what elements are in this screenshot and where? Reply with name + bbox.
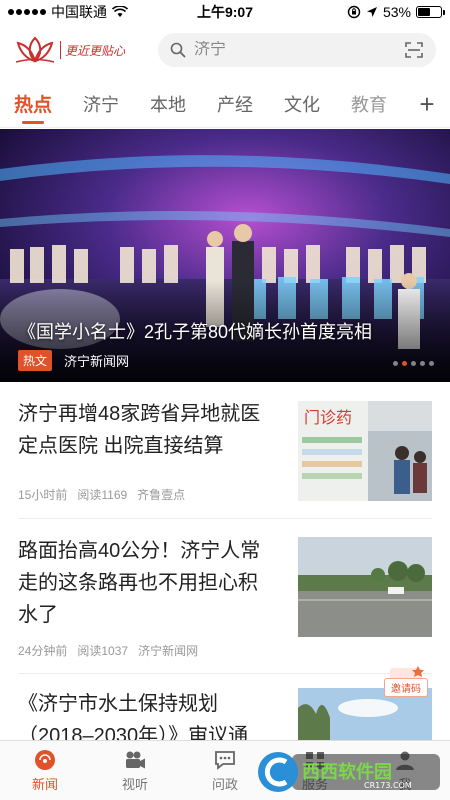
signal-icon xyxy=(8,9,46,15)
news-reads: 阅读1037 xyxy=(77,644,129,658)
news-thumbnail xyxy=(298,537,432,637)
news-item[interactable]: 济宁再增48家跨省异地就医定点医院 出院直接结算 15小时前 阅读1169 齐鲁… xyxy=(18,382,432,519)
road-image xyxy=(298,537,432,637)
hot-tag: 热文 xyxy=(18,350,53,371)
banner-title: 《国学小名士》2孔子第80代嫡长孙首度亮相 xyxy=(18,322,373,342)
battery-fill xyxy=(418,8,430,16)
news-title: 济宁再增48家跨省异地就医定点医院 出院直接结算 xyxy=(18,403,261,457)
svg-text:门诊药: 门诊药 xyxy=(304,408,352,427)
tab-education[interactable]: 教育 xyxy=(351,80,387,127)
invite-code-badge[interactable]: 邀请码 xyxy=(384,666,428,706)
orientation-lock-icon xyxy=(347,5,361,19)
logo-divider xyxy=(60,41,61,59)
tab-jining[interactable]: 济宁 xyxy=(83,80,119,127)
news-meta: 15小时前 阅读1169 齐鲁壹点 xyxy=(18,486,185,503)
banner-meta: 热文 济宁新闻网 xyxy=(18,350,129,371)
chat-icon xyxy=(215,750,235,770)
carrier-label: 中国联通 xyxy=(51,4,107,20)
status-left: 中国联通 xyxy=(8,2,128,22)
nav-inquiry-label: 问政 xyxy=(211,776,238,792)
location-icon xyxy=(366,7,377,17)
tab-industry[interactable]: 产经 xyxy=(217,80,253,127)
carousel-dot[interactable] xyxy=(402,361,407,366)
news-title: 路面抬高40公分！济宁人常走的这条路再也不用担心积水了 xyxy=(18,540,261,626)
news-source: 济宁新闻网 xyxy=(138,644,199,658)
news-item[interactable]: 《济宁市水土保持规划（2018–2030年）》审议通 xyxy=(18,674,432,747)
search-box[interactable] xyxy=(158,33,436,67)
carousel-dot[interactable] xyxy=(411,361,416,366)
logo-slogan: 更近更贴心 xyxy=(65,43,126,58)
news-time: 15小时前 xyxy=(18,488,68,502)
add-tab-icon[interactable]: + xyxy=(404,80,450,127)
wifi-icon xyxy=(112,6,128,17)
scan-icon[interactable] xyxy=(404,40,424,60)
carousel-dots[interactable] xyxy=(393,361,434,366)
search-input[interactable] xyxy=(194,41,396,59)
category-tabs: 热点 济宁 本地 产经 文化 教育 + xyxy=(0,80,450,128)
status-bar: 中国联通 上午9:07 53% xyxy=(0,0,450,24)
app-header: 更近更贴心 xyxy=(0,24,450,76)
lotus-logo-icon xyxy=(15,36,55,63)
search-icon xyxy=(170,42,186,58)
tab-local[interactable]: 本地 xyxy=(150,80,186,127)
battery-icon xyxy=(416,6,445,18)
news-time: 24分钟前 xyxy=(18,644,68,658)
banner-image xyxy=(0,129,450,382)
news-thumbnail: 门诊药 xyxy=(298,401,432,501)
tab-hot[interactable]: 热点 xyxy=(14,80,52,127)
news-item[interactable]: 路面抬高40公分！济宁人常走的这条路再也不用担心积水了 24分钟前 阅读1037… xyxy=(18,519,432,674)
news-meta: 24分钟前 阅读1037 济宁新闻网 xyxy=(18,642,198,659)
carousel-dot[interactable] xyxy=(429,361,434,366)
watermark-logo: 西西软件园 CR173.COM xyxy=(258,752,440,792)
status-right: 53% xyxy=(347,4,445,20)
battery-percent: 53% xyxy=(382,4,411,20)
watermark-domain: CR173.COM xyxy=(364,781,412,790)
news-list: 济宁再增48家跨省异地就医定点医院 出院直接结算 15小时前 阅读1169 齐鲁… xyxy=(0,382,450,747)
featured-banner[interactable]: 《国学小名士》2孔子第80代嫡长孙首度亮相 热文 济宁新闻网 xyxy=(0,129,450,382)
news-source: 齐鲁壹点 xyxy=(137,488,186,502)
invite-code-label: 邀请码 xyxy=(384,678,428,697)
carousel-dot[interactable] xyxy=(420,361,425,366)
news-reads: 阅读1169 xyxy=(77,488,128,502)
carousel-dot[interactable] xyxy=(393,361,398,366)
tab-culture[interactable]: 文化 xyxy=(284,80,320,127)
app-logo[interactable]: 更近更贴心 xyxy=(14,35,144,65)
news-icon xyxy=(35,749,55,770)
nav-video[interactable]: 视听 xyxy=(90,741,180,800)
video-icon xyxy=(126,751,145,768)
pharmacy-image: 门诊药 xyxy=(298,401,432,501)
watermark-brand: 西西软件园 xyxy=(302,761,392,783)
nav-news[interactable]: 新闻 xyxy=(0,741,90,800)
status-time: 上午9:07 xyxy=(196,4,254,20)
nav-news-label: 新闻 xyxy=(31,776,58,792)
banner-source: 济宁新闻网 xyxy=(64,354,130,369)
nav-video-label: 视听 xyxy=(121,776,148,792)
